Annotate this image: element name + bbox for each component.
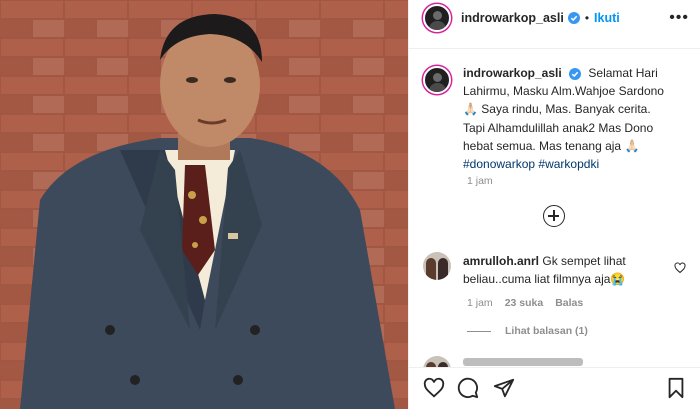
view-replies-button[interactable]: Lihat balasan (1): [467, 325, 588, 337]
verified-icon: [569, 67, 582, 80]
heart-icon[interactable]: [423, 377, 445, 399]
comment-likes[interactable]: 23 suka: [505, 297, 544, 309]
post-header: indrowarkop_asli • Ikuti •••: [409, 0, 700, 36]
comment-meta: 1 jam 23 suka Balas: [467, 297, 583, 309]
caption-line: Tapi Alhamdulillah anak2 Mas Dono: [463, 120, 654, 135]
comment-item: amrulloh.anrl Gk sempet lihat beliau..cu…: [423, 252, 693, 288]
caption-line: Lahirmu, Masku Alm.Wahjoe Sardono: [463, 84, 664, 99]
hashtag-link[interactable]: #warkopdki: [538, 157, 599, 171]
follow-button[interactable]: Ikuti: [594, 11, 620, 25]
post-timestamp: 1 jam: [467, 175, 493, 187]
caption-text: indrowarkop_asli Selamat Hari Lahirmu, M…: [463, 64, 685, 173]
caption-line: Selamat Hari: [588, 66, 658, 80]
header-divider: [409, 48, 700, 49]
add-comment-icon[interactable]: [543, 205, 565, 227]
caption-username[interactable]: indrowarkop_asli: [463, 66, 562, 80]
comment-timestamp: 1 jam: [467, 297, 493, 309]
post-photo[interactable]: [0, 0, 408, 409]
view-replies-label: Lihat balasan (1): [505, 325, 588, 337]
caption-line: 🙏🏻 Saya rindu, Mas. Banyak cerita.: [463, 102, 651, 117]
verified-icon: [567, 12, 580, 24]
username[interactable]: indrowarkop_asli: [461, 11, 564, 25]
post-panel: indrowarkop_asli • Ikuti ••• indrowarkop…: [408, 0, 700, 409]
post-caption: indrowarkop_asli Selamat Hari Lahirmu, M…: [423, 64, 693, 173]
bookmark-icon[interactable]: [665, 377, 687, 399]
caption-line: hebat semua. Mas tenang aja 🙏🏻: [463, 138, 640, 153]
more-icon[interactable]: •••: [669, 9, 689, 27]
comment-icon[interactable]: [457, 377, 479, 399]
heart-icon[interactable]: [674, 262, 686, 274]
share-icon[interactable]: [493, 377, 515, 399]
comment-text: amrulloh.anrl Gk sempet lihat beliau..cu…: [463, 252, 661, 288]
post-photo-image: [0, 0, 408, 409]
commenter-username[interactable]: amrulloh.anrl: [463, 254, 539, 268]
commenter-avatar[interactable]: [423, 252, 451, 280]
action-bar: [409, 367, 700, 409]
avatar[interactable]: [423, 4, 451, 32]
caption-avatar[interactable]: [423, 66, 451, 94]
reply-button[interactable]: Balas: [555, 297, 583, 309]
replies-line: [467, 330, 491, 332]
separator-dot: •: [584, 11, 590, 25]
hashtag-link[interactable]: #donowarkop: [463, 157, 535, 171]
cut-off-text: [463, 358, 583, 366]
